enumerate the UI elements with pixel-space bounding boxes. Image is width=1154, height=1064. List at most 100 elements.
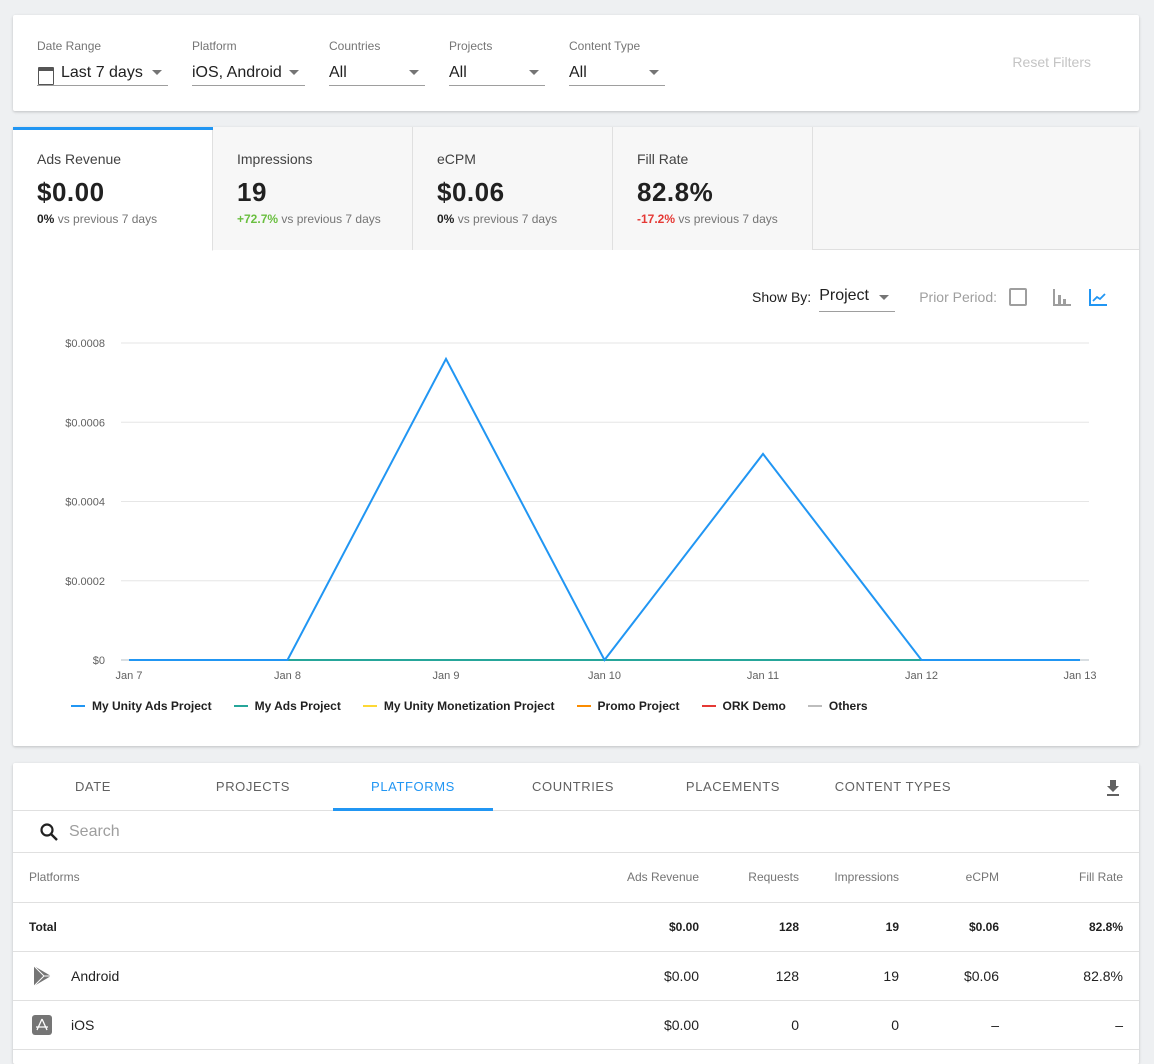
- column-header-fill-rate[interactable]: Fill Rate: [1015, 853, 1139, 903]
- chevron-down-icon: [529, 70, 539, 75]
- metric-label: Ads Revenue: [37, 151, 122, 167]
- column-header-ads-revenue[interactable]: Ads Revenue: [585, 853, 715, 903]
- date-range-select[interactable]: Last 7 days: [37, 61, 168, 86]
- platform-value: iOS, Android: [192, 64, 282, 81]
- metric-tab-ecpm[interactable]: eCPM $0.06 0% vs previous 7 days: [413, 127, 613, 250]
- metric-tab-fill-rate[interactable]: Fill Rate 82.8% -17.2% vs previous 7 day…: [613, 127, 813, 250]
- metric-tabs-spacer: [813, 127, 1139, 249]
- metric-label: Impressions: [237, 151, 313, 167]
- prior-period-checkbox[interactable]: [1009, 288, 1027, 306]
- metric-comparison: 0% vs previous 7 days: [437, 212, 612, 226]
- projects-value: All: [449, 64, 467, 81]
- chevron-down-icon: [649, 70, 659, 75]
- total-label: Total: [13, 902, 585, 952]
- metric-change: -17.2%: [637, 212, 676, 226]
- total-impressions: 19: [815, 902, 915, 952]
- prior-period-label: Prior Period:: [919, 289, 997, 305]
- bar-chart-button[interactable]: [1051, 286, 1073, 308]
- table-header-row: Platforms Ads Revenue Requests Impressio…: [13, 853, 1139, 903]
- tab-date[interactable]: DATE: [13, 763, 173, 810]
- legend-item[interactable]: ORK Demo: [701, 699, 786, 713]
- series-line-my-unity-ads-project[interactable]: [129, 356, 1080, 662]
- metric-compare-text: vs previous 7 days: [678, 212, 778, 226]
- legend-item[interactable]: My Unity Ads Project: [71, 699, 212, 713]
- legend-label: My Unity Monetization Project: [383, 699, 555, 713]
- y-tick-label: $0.0002: [65, 576, 105, 588]
- content-type-filter: Content Type All: [569, 39, 665, 86]
- x-tick-label: Jan 12: [905, 670, 938, 682]
- metric-tab-impressions[interactable]: Impressions 19 +72.7% vs previous 7 days: [213, 127, 413, 250]
- legend-item[interactable]: My Ads Project: [233, 699, 341, 713]
- legend-item[interactable]: My Unity Monetization Project: [362, 699, 555, 713]
- tab-countries[interactable]: COUNTRIES: [493, 763, 653, 810]
- metric-value: $0.06: [437, 177, 505, 207]
- tab-projects[interactable]: PROJECTS: [173, 763, 333, 810]
- metric-change: 0%: [437, 212, 455, 226]
- platform-name-cell: Android: [29, 965, 569, 987]
- x-tick-label: Jan 10: [588, 670, 621, 682]
- legend-item[interactable]: Others: [807, 699, 868, 713]
- metric-value: $0.00: [37, 177, 105, 207]
- x-tick-label: Jan 9: [433, 670, 460, 682]
- date-range-value: Last 7 days: [61, 64, 143, 81]
- revenue-line-chart: $0 $0.0002 $0.0004 $0.0006 $0.0008 Jan 7 Jan 8…: [65, 338, 1096, 682]
- countries-select[interactable]: All: [329, 61, 425, 86]
- date-range-label: Date Range: [37, 39, 102, 53]
- download-button[interactable]: [1105, 779, 1121, 797]
- column-header-platforms[interactable]: Platforms: [13, 853, 585, 903]
- legend-swatch: [233, 705, 248, 707]
- platform-select[interactable]: iOS, Android: [192, 61, 305, 86]
- chart-legend: My Unity Ads Project My Ads Project My Uni…: [71, 699, 890, 713]
- chevron-down-icon: [879, 294, 890, 300]
- metric-comparison: 0% vs previous 7 days: [37, 212, 212, 226]
- legend-swatch: [701, 705, 716, 707]
- tab-placements[interactable]: PLACEMENTS: [653, 763, 813, 810]
- total-ecpm: $0.06: [915, 902, 1015, 952]
- countries-value: All: [329, 64, 347, 81]
- y-tick-label: $0: [93, 655, 105, 667]
- countries-filter: Countries All: [329, 39, 425, 86]
- google-play-icon: [33, 965, 51, 986]
- platform-label: Platform: [192, 39, 237, 53]
- bar-chart-icon: [1053, 289, 1071, 306]
- tab-content-types[interactable]: CONTENT TYPES: [813, 763, 973, 810]
- legend-item[interactable]: Promo Project: [576, 699, 680, 713]
- metric-tabs: Ads Revenue $0.00 0% vs previous 7 days …: [13, 127, 1139, 251]
- line-chart-button[interactable]: [1087, 286, 1109, 308]
- platform-cell: iOS: [13, 1000, 585, 1050]
- column-header-requests[interactable]: Requests: [715, 853, 815, 903]
- column-header-impressions[interactable]: Impressions: [815, 853, 915, 903]
- platform-filter: Platform iOS, Android: [192, 39, 305, 86]
- x-tick-label: Jan 11: [747, 670, 779, 682]
- metric-change: 0%: [37, 212, 55, 226]
- platform-name-cell: iOS: [29, 1014, 569, 1036]
- legend-label: My Unity Ads Project: [92, 699, 212, 713]
- show-by-select[interactable]: Project: [819, 283, 896, 312]
- legend-label: ORK Demo: [722, 699, 786, 713]
- download-icon: [1107, 780, 1119, 796]
- projects-select[interactable]: All: [449, 61, 545, 86]
- metric-label: Fill Rate: [637, 151, 689, 167]
- table-total-row: Total $0.00 128 19 $0.06 82.8%: [13, 902, 1139, 952]
- legend-swatch: [362, 705, 377, 707]
- legend-label: My Ads Project: [254, 699, 341, 713]
- chevron-down-icon: [409, 70, 419, 75]
- search-row: [13, 811, 1139, 853]
- column-header-ecpm[interactable]: eCPM: [915, 853, 1015, 903]
- tab-platforms[interactable]: PLATFORMS: [333, 763, 493, 811]
- content-type-select[interactable]: All: [569, 61, 665, 86]
- metric-comparison: -17.2% vs previous 7 days: [637, 212, 812, 226]
- filters-bar: Date Range Last 7 days Platform iOS, And…: [13, 15, 1139, 111]
- x-tick-label: Jan 13: [1063, 670, 1096, 682]
- table-row[interactable]: iOS $0.00 0 0 – –: [13, 1000, 1139, 1050]
- fill-rate-cell: 82.8%: [1015, 951, 1139, 1001]
- requests-cell: 128: [715, 951, 815, 1001]
- metric-tab-ads-revenue[interactable]: Ads Revenue $0.00 0% vs previous 7 days: [13, 127, 213, 251]
- table-row[interactable]: Android $0.00 128 19 $0.06 82.8%: [13, 951, 1139, 1001]
- metric-value: 19: [237, 177, 267, 207]
- breakdown-tabs: DATE PROJECTS PLATFORMS COUNTRIES PLACEM…: [13, 763, 1139, 811]
- search-input[interactable]: [69, 822, 469, 841]
- metric-label: eCPM: [437, 151, 476, 167]
- reset-filters-button[interactable]: Reset Filters: [1012, 54, 1091, 70]
- y-tick-label: $0.0004: [65, 497, 105, 509]
